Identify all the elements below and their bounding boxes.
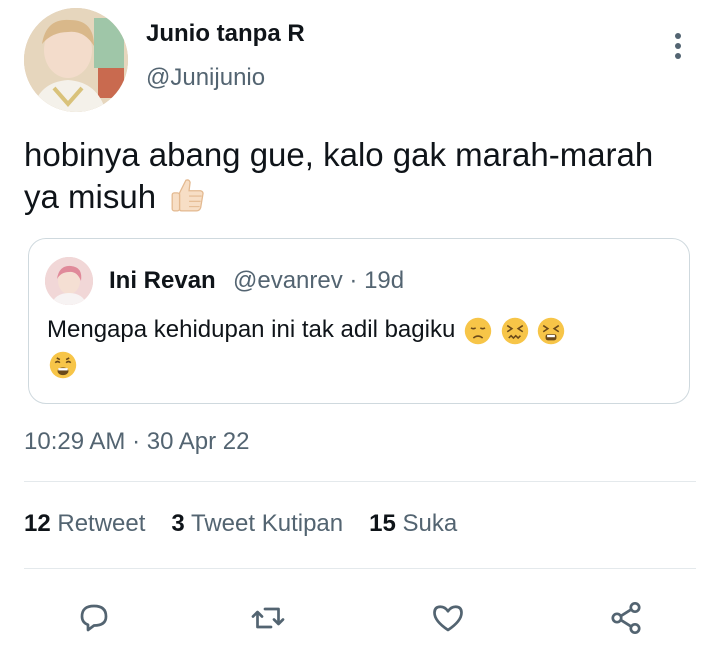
tired-face-icon [538,317,565,344]
quote-author-handle-time[interactable]: @evanrev · 19d [233,267,404,295]
more-options-icon[interactable] [664,28,692,64]
author-name[interactable]: Junio tanpa R [146,20,305,48]
likes-label: Suka [402,510,458,537]
quote-author-name[interactable]: Ini Revan [109,267,216,295]
author-avatar[interactable] [24,8,128,112]
share-icon[interactable] [604,596,648,640]
quote-tweets-label: Tweet Kutipan [191,510,344,537]
quote-body: Mengapa kehidupan ini tak adil bagiku [47,316,456,343]
quote-avatar-photo-icon [45,257,93,305]
tweet-body: hobinya abang gue, kalo gak marah-marah … [24,136,654,215]
confounded-face-icon [501,317,528,344]
thumbs-up-icon [171,179,204,212]
retweets-stat[interactable]: 12 Retweet [24,510,145,538]
divider [24,568,696,569]
retweet-icon[interactable] [246,596,290,640]
retweets-count: 12 [24,510,51,537]
quote-avatar[interactable] [45,257,93,305]
reply-icon[interactable] [72,596,116,640]
disappointed-face-icon [464,317,492,344]
likes-stat[interactable]: 15 Suka [369,510,457,538]
like-icon[interactable] [426,596,470,640]
likes-count: 15 [369,510,396,537]
author-handle[interactable]: @Junijunio [146,64,265,92]
quoted-tweet[interactable]: Ini Revan @evanrev · 19d Mengapa kehidup… [28,238,690,404]
tweet-timestamp[interactable]: 10:29 AM · 30 Apr 22 [24,428,249,456]
tweet-stats: 12 Retweet 3 Tweet Kutipan 15 Suka [24,510,457,538]
action-bar [0,596,720,646]
quote-tweets-count: 3 [171,510,185,537]
tweet-text: hobinya abang gue, kalo gak marah-marah … [24,134,664,218]
avatar-photo-icon [24,8,128,112]
quote-tweets-stat[interactable]: 3 Tweet Kutipan [171,510,343,538]
quote-text: Mengapa kehidupan ini tak adil bagiku [47,313,647,381]
weary-face-icon [49,351,77,378]
retweets-label: Retweet [57,510,146,537]
divider [24,481,696,482]
